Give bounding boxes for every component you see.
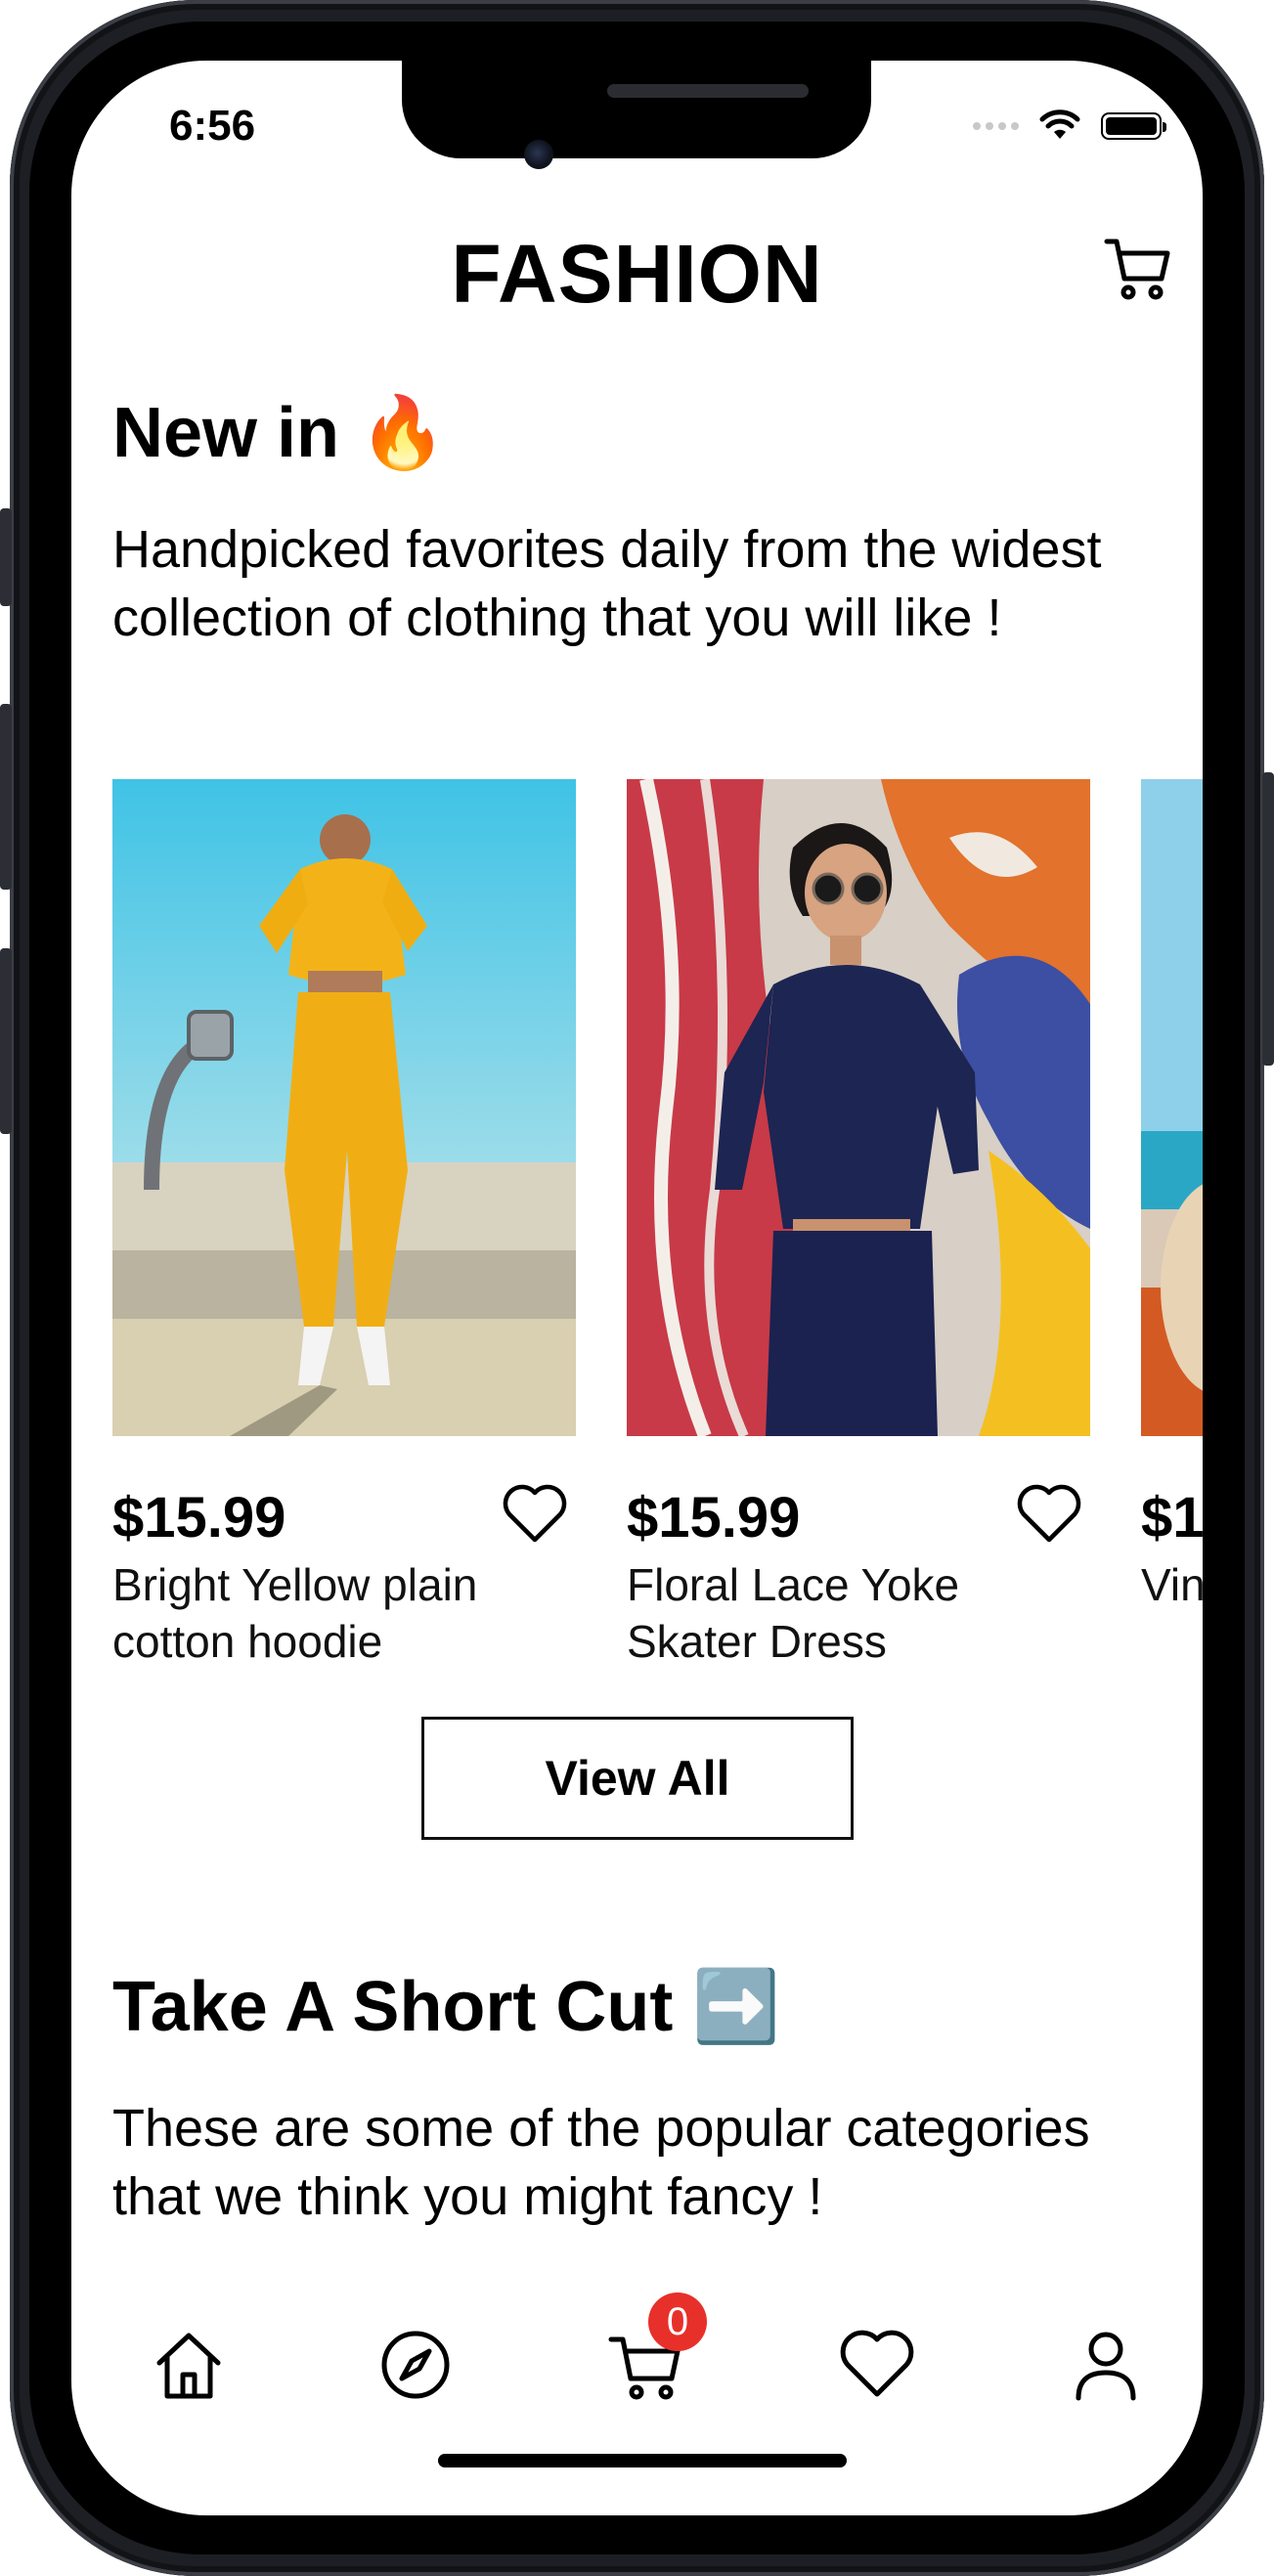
app-title: FASHION [451, 228, 823, 320]
new-in-title: New in 🔥 [112, 394, 447, 472]
product-price: $1 [1141, 1486, 1203, 1550]
heart-icon[interactable] [836, 2324, 918, 2406]
wifi-icon [1039, 109, 1080, 139]
view-all-button[interactable]: View All [421, 1717, 854, 1840]
cart-badge: 0 [648, 2292, 707, 2351]
notch [402, 61, 871, 158]
profile-icon[interactable] [1065, 2324, 1147, 2406]
product-card[interactable]: $1 Vin Jac [1141, 779, 1203, 1610]
product-carousel[interactable]: $15.99 Bright Yellow plain cotton hoodie [112, 779, 1203, 1737]
product-card[interactable]: $15.99 Floral Lace Yoke Skater Dress [627, 779, 1090, 1667]
home-indicator[interactable] [438, 2454, 847, 2467]
product-image[interactable] [627, 779, 1090, 1436]
product-name: Bright Yellow plain cotton hoodie [112, 1559, 478, 1667]
product-name: Vin Jac [1141, 1559, 1203, 1610]
heart-icon[interactable] [1016, 1481, 1082, 1548]
product-price: $15.99 [627, 1486, 801, 1550]
cart-icon[interactable] [1103, 234, 1173, 304]
new-in-description: Handpicked favorites daily from the wide… [112, 520, 1102, 647]
signal-icon [973, 122, 1019, 130]
heart-icon[interactable] [502, 1481, 568, 1548]
status-time: 6:56 [169, 102, 256, 150]
product-card[interactable]: $15.99 Bright Yellow plain cotton hoodie [112, 779, 576, 1667]
compass-icon[interactable] [374, 2324, 457, 2406]
bottom-tab-bar: 0 [71, 2292, 1203, 2431]
shortcut-title: Take A Short Cut ➡️ [112, 1968, 781, 2046]
volume-up-button [0, 704, 12, 890]
product-image[interactable] [1141, 779, 1203, 1436]
silent-switch [0, 508, 12, 606]
speaker-grille [607, 84, 809, 98]
battery-icon [1101, 112, 1166, 140]
shortcut-description: These are some of the popular categories… [112, 2099, 1090, 2226]
home-icon[interactable] [148, 2324, 230, 2406]
app-screen: 6:56 FASHION New in 🔥 Handpicked favorit… [71, 61, 1203, 2515]
product-image[interactable] [112, 779, 576, 1436]
volume-down-button [0, 948, 12, 1134]
status-indicators [973, 109, 1166, 143]
power-button [1262, 772, 1274, 1066]
product-name: Floral Lace Yoke Skater Dress [627, 1559, 960, 1667]
product-price: $15.99 [112, 1486, 286, 1550]
front-camera [524, 140, 553, 169]
